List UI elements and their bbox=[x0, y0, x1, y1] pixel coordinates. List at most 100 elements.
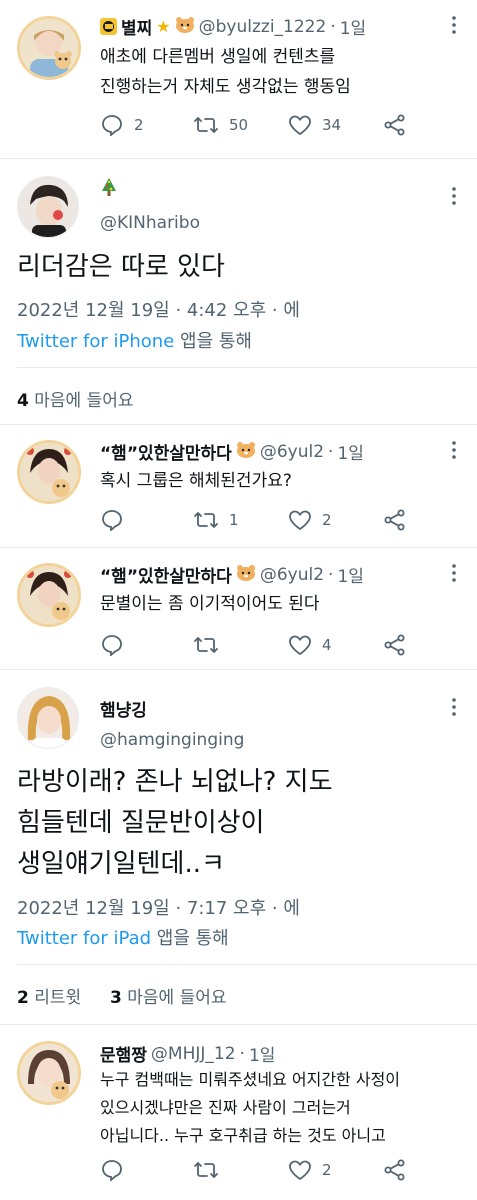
share-button[interactable] bbox=[383, 1159, 407, 1181]
avatar-image bbox=[20, 443, 78, 501]
handle[interactable]: @MHJJ_12 bbox=[151, 1044, 236, 1064]
tweet-1[interactable]: 별찌 ★ @byulzzi_1222 · 1일 애초에 다른멤버 생일에 컨텐츠… bbox=[0, 0, 477, 158]
retweet-button[interactable] bbox=[193, 634, 229, 656]
like-icon bbox=[289, 510, 311, 530]
like-count: 2 bbox=[322, 1161, 332, 1179]
timestamp[interactable]: 1일 bbox=[249, 1041, 275, 1066]
handle[interactable]: @KINharibo bbox=[100, 213, 200, 233]
handle[interactable]: @byulzzi_1222 bbox=[199, 17, 327, 37]
separator: · bbox=[239, 1043, 245, 1064]
more-icon[interactable] bbox=[443, 185, 465, 207]
like-icon bbox=[289, 1160, 311, 1180]
more-icon[interactable] bbox=[443, 14, 465, 36]
retweet-icon bbox=[194, 512, 218, 528]
separator: · bbox=[328, 564, 334, 585]
tweet-text: 애초에 다른멤버 생일에 컨텐츠를 진행하는거 자체도 생각없는 행동임 bbox=[100, 42, 351, 102]
avatar-image bbox=[18, 177, 78, 237]
tweet-3[interactable]: “햄”있한살만하다 @6yul2 · 1일 혹시 그룹은 해체된건가요? 1 2 bbox=[0, 425, 477, 547]
share-icon bbox=[384, 114, 405, 136]
avatar[interactable] bbox=[17, 176, 79, 238]
divider bbox=[17, 964, 477, 965]
tweet-5[interactable]: 햄냥깅 @hamginginging 라방이래? 존나 뇌없나? 지도 힘들텐데… bbox=[0, 670, 477, 1024]
tweet-text-line: 누구 컴백때는 미뤄주셨네요 어지간한 사정이 bbox=[100, 1070, 401, 1089]
likes-stat[interactable]: 4 마음에 들어요 bbox=[17, 386, 134, 411]
retweet-button[interactable]: 1 bbox=[193, 509, 239, 531]
hamster-emoji-icon bbox=[236, 441, 256, 462]
tweet-source: Twitter for iPhone 앱을 통해 bbox=[17, 327, 252, 353]
timestamp[interactable]: 1일 bbox=[337, 562, 363, 587]
tweet-text-line: 있으시겠냐만은 진짜 사람이 그러는거 bbox=[100, 1098, 351, 1117]
avatar[interactable] bbox=[17, 1041, 81, 1105]
tweet-text-line: 아닙니다.. 누구 호구취급 하는 것도 아니고 bbox=[100, 1126, 386, 1145]
more-icon[interactable] bbox=[443, 439, 465, 461]
likes-stat[interactable]: 3 마음에 들어요 bbox=[110, 983, 227, 1008]
more-icon[interactable] bbox=[443, 696, 465, 718]
retweets-stat[interactable]: 2 리트윗 bbox=[17, 983, 81, 1008]
more-icon[interactable] bbox=[443, 562, 465, 584]
avatar[interactable] bbox=[17, 563, 81, 627]
reply-button[interactable] bbox=[100, 509, 134, 531]
handle[interactable]: @6yul2 bbox=[260, 565, 324, 585]
like-count: 4 bbox=[322, 636, 332, 654]
source-link[interactable]: Twitter for iPhone bbox=[17, 331, 174, 352]
likes-label: 마음에 들어요 bbox=[34, 391, 134, 411]
tweet-header bbox=[100, 177, 118, 201]
timestamp[interactable]: 1일 bbox=[337, 439, 363, 464]
separator: · bbox=[328, 441, 334, 462]
reply-icon bbox=[102, 510, 122, 531]
share-icon bbox=[384, 509, 405, 531]
tweet-header: 별찌 ★ @byulzzi_1222 · 1일 bbox=[100, 14, 366, 39]
display-name[interactable]: “햄”있한살만하다 bbox=[100, 439, 232, 464]
like-button[interactable]: 34 bbox=[288, 114, 341, 136]
share-button[interactable] bbox=[383, 114, 407, 136]
retweet-count: 50 bbox=[229, 116, 249, 134]
retweet-button[interactable]: 50 bbox=[193, 114, 248, 136]
retweet-button[interactable] bbox=[193, 1159, 229, 1181]
tweet-date[interactable]: 2022년 12월 19일 · 4:42 오후 · 에 bbox=[17, 296, 300, 322]
like-icon bbox=[289, 115, 311, 135]
star-emoji-icon: ★ bbox=[156, 17, 171, 36]
divider bbox=[17, 367, 477, 368]
tweet-text-line: 라방이래? 존나 뇌없나? 지도 bbox=[17, 767, 333, 797]
retweets-label: 리트윗 bbox=[34, 988, 82, 1008]
like-button[interactable]: 2 bbox=[288, 509, 332, 531]
source-link[interactable]: Twitter for iPad bbox=[17, 928, 151, 949]
tweet-4[interactable]: “햄”있한살만하다 @6yul2 · 1일 문별이는 좀 이기적이어도 된다 4 bbox=[0, 548, 477, 669]
display-name[interactable]: 문햄짱 bbox=[100, 1041, 147, 1066]
tweet-2[interactable]: @KINharibo 리더감은 따로 있다 2022년 12월 19일 · 4:… bbox=[0, 159, 477, 424]
avatar-image bbox=[20, 566, 78, 624]
reply-button[interactable] bbox=[100, 634, 134, 656]
display-name[interactable]: 햄냥깅 bbox=[100, 696, 147, 721]
timestamp[interactable]: 1일 bbox=[340, 14, 366, 39]
action-bar: 2 bbox=[0, 1159, 477, 1185]
retweets-count: 2 bbox=[17, 988, 29, 1008]
reply-button[interactable] bbox=[100, 1159, 134, 1181]
avatar-image bbox=[20, 19, 78, 77]
reply-button[interactable]: 2 bbox=[100, 114, 144, 136]
display-name[interactable]: “햄”있한살만하다 bbox=[100, 562, 232, 587]
like-button[interactable]: 2 bbox=[288, 1159, 332, 1181]
separator: · bbox=[330, 16, 336, 37]
avatar[interactable] bbox=[17, 687, 79, 749]
reply-count: 2 bbox=[134, 116, 144, 134]
reply-icon bbox=[102, 1160, 122, 1181]
tweet-text: 리더감은 따로 있다 bbox=[17, 252, 225, 282]
tweet-source: Twitter for iPad 앱을 통해 bbox=[17, 924, 229, 950]
like-count: 34 bbox=[322, 116, 342, 134]
avatar[interactable] bbox=[17, 440, 81, 504]
tweet-header: “햄”있한살만하다 @6yul2 · 1일 bbox=[100, 439, 364, 465]
tweet-6[interactable]: 문햄짱 @MHJJ_12 · 1일 누구 컴백때는 미뤄주셨네요 어지간한 사정… bbox=[0, 1025, 477, 1200]
tweet-date[interactable]: 2022년 12월 19일 · 7:17 오후 · 에 bbox=[17, 894, 300, 920]
tweet-text-line: 진행하는거 자체도 생각없는 행동임 bbox=[100, 77, 351, 97]
tweet-text: 문별이는 좀 이기적이어도 된다 bbox=[100, 594, 320, 614]
share-button[interactable] bbox=[383, 634, 407, 656]
app-badge-icon bbox=[100, 18, 117, 35]
likes-count: 3 bbox=[110, 988, 122, 1008]
like-button[interactable]: 4 bbox=[288, 634, 332, 656]
handle[interactable]: @hamginginging bbox=[100, 730, 244, 750]
share-button[interactable] bbox=[383, 509, 407, 531]
avatar[interactable] bbox=[17, 16, 81, 80]
handle[interactable]: @6yul2 bbox=[260, 442, 324, 462]
like-count: 2 bbox=[322, 511, 332, 529]
display-name[interactable]: 별찌 bbox=[121, 14, 152, 39]
